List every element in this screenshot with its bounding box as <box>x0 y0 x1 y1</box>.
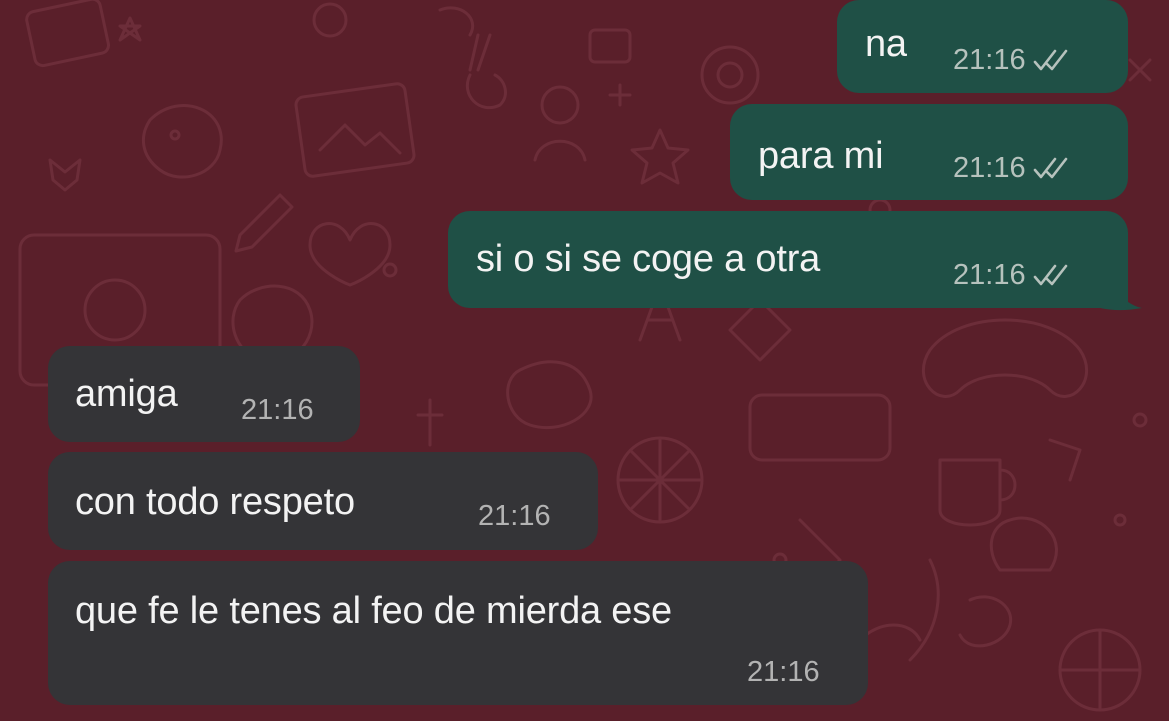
message-text: para mi <box>758 135 884 177</box>
message-meta: 21:16 <box>953 152 1072 184</box>
double-check-icon <box>1032 48 1072 72</box>
message-text: si o si se coge a otra <box>476 238 821 280</box>
message-meta: 21:16 <box>478 500 551 532</box>
message-bubble-incoming[interactable]: con todo respeto 21:16 <box>48 452 598 550</box>
message-bubble-outgoing[interactable]: para mi 21:16 <box>730 104 1128 200</box>
message-meta: 21:16 <box>747 656 820 688</box>
message-text: que fe le tenes al feo de mierda ese <box>75 590 672 632</box>
message-meta: 21:16 <box>953 44 1072 76</box>
message-timestamp: 21:16 <box>953 259 1026 291</box>
message-text: con todo respeto <box>75 481 355 523</box>
double-check-icon <box>1032 156 1072 180</box>
message-bubble-outgoing[interactable]: na 21:16 <box>837 0 1128 93</box>
message-bubble-incoming[interactable]: que fe le tenes al feo de mierda ese 21:… <box>48 561 868 705</box>
message-bubble-incoming[interactable]: amiga 21:16 <box>48 346 360 442</box>
message-text: amiga <box>75 373 178 415</box>
double-check-icon <box>1032 263 1072 287</box>
message-bubble-outgoing[interactable]: si o si se coge a otra 21:16 <box>448 211 1128 308</box>
message-text: na <box>865 23 907 65</box>
message-timestamp: 21:16 <box>747 656 820 688</box>
message-timestamp: 21:16 <box>241 394 314 426</box>
message-meta: 21:16 <box>953 259 1072 291</box>
message-meta: 21:16 <box>241 394 314 426</box>
message-timestamp: 21:16 <box>478 500 551 532</box>
message-timestamp: 21:16 <box>953 44 1026 76</box>
message-timestamp: 21:16 <box>953 152 1026 184</box>
